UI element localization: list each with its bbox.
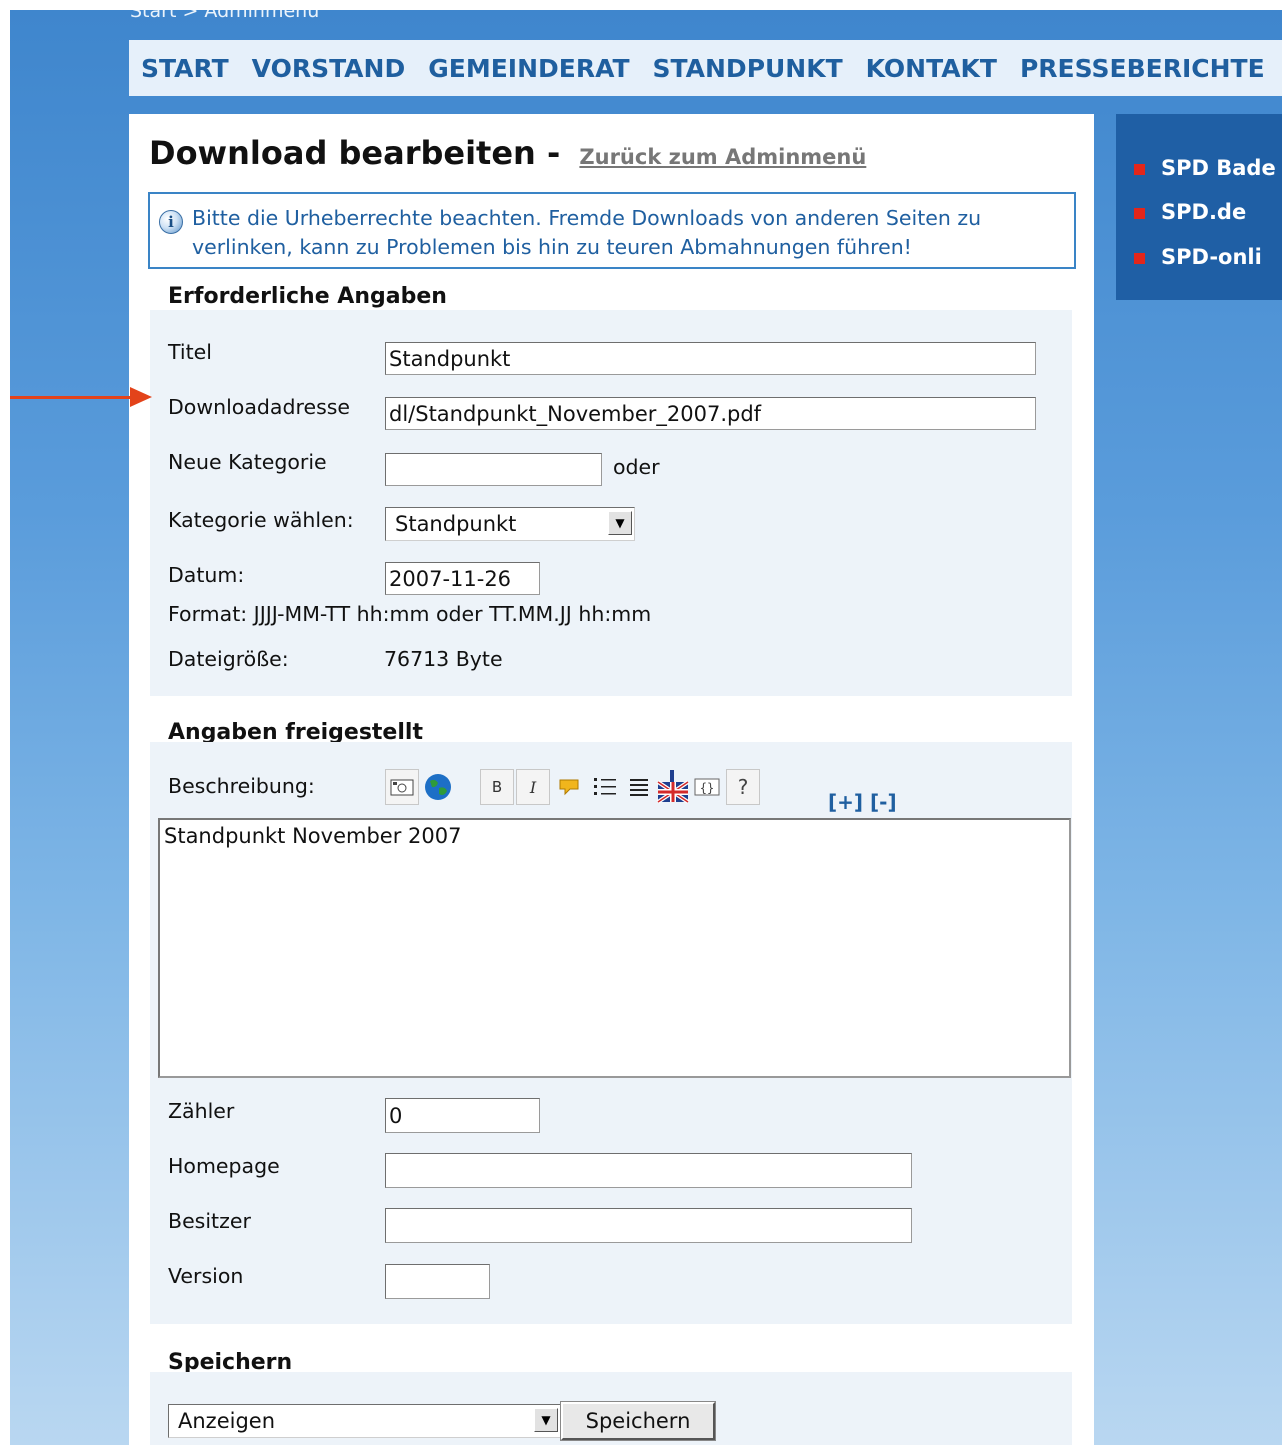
dateigroesse-value: 76713 Byte [384, 647, 503, 671]
nav-item-gemeinderat[interactable]: GEMEINDERAT [428, 54, 629, 83]
nav-item-standpunkt[interactable]: STANDPUNKT [653, 54, 843, 83]
chevron-down-icon[interactable]: ▼ [534, 1408, 558, 1432]
sidebar-link-spd-baden[interactable]: SPD Bade [1134, 156, 1276, 180]
neue-kategorie-input[interactable] [385, 453, 602, 486]
zaehler-label: Zähler [168, 1099, 235, 1123]
annotation-arrow-icon [130, 387, 152, 407]
section-required-title: Erforderliche Angaben [168, 284, 447, 309]
version-input[interactable] [385, 1264, 490, 1299]
globe-icon[interactable] [421, 769, 455, 805]
back-to-admin-link[interactable]: Zurück zum Adminmenü [579, 145, 866, 169]
help-icon[interactable]: ? [726, 769, 760, 805]
visibility-select-value: Anzeigen [178, 1409, 276, 1433]
page-canvas: Start > Adminmenü START VORSTAND GEMEIND… [10, 10, 1282, 1445]
kategorie-select[interactable]: Standpunkt ▼ [385, 507, 635, 541]
svg-text:{}: {} [700, 781, 714, 795]
save-button[interactable]: Speichern [560, 1401, 716, 1441]
datum-format-hint: Format: JJJJ-MM-TT hh:mm oder TT.MM.JJ h… [168, 602, 652, 626]
kategorie-select-value: Standpunkt [395, 512, 517, 536]
downloadadresse-label: Downloadadresse [168, 395, 351, 419]
besitzer-input[interactable] [385, 1208, 912, 1243]
copyright-notice: i Bitte die Urheberrechte beachten. Frem… [148, 192, 1076, 269]
sidebar-link-label: SPD-onli [1161, 245, 1262, 269]
main-nav: START VORSTAND GEMEINDERAT STANDPUNKT KO… [129, 40, 1282, 96]
expand-editor-link[interactable]: [+] [828, 790, 863, 814]
info-icon: i [159, 210, 183, 234]
sidebar-link-spd-de[interactable]: SPD.de [1134, 200, 1246, 224]
homepage-label: Homepage [168, 1154, 280, 1178]
homepage-input[interactable] [385, 1153, 912, 1188]
image-icon[interactable] [385, 769, 419, 805]
italic-icon[interactable]: I [516, 769, 550, 805]
chevron-down-icon[interactable]: ▼ [608, 511, 632, 535]
nav-item-start[interactable]: START [141, 54, 229, 83]
titel-input[interactable] [385, 342, 1036, 375]
sidebar-link-label: SPD Bade [1161, 156, 1276, 180]
sidebar-link-spd-online[interactable]: SPD-onli [1134, 245, 1262, 269]
beschreibung-textarea[interactable]: Standpunkt November 2007 [158, 818, 1071, 1078]
sidebar-link-label: SPD.de [1161, 200, 1247, 224]
main-content: Download bearbeiten - Zurück zum Adminme… [129, 114, 1094, 1445]
besitzer-label: Besitzer [168, 1209, 251, 1233]
datum-input[interactable] [385, 562, 540, 595]
downloadadresse-input[interactable] [385, 397, 1036, 430]
collapse-editor-link[interactable]: [-] [870, 790, 897, 814]
datum-label: Datum: [168, 563, 245, 587]
bold-icon[interactable]: B [480, 769, 514, 805]
dateigroesse-label: Dateigröße: [168, 647, 289, 671]
version-label: Version [168, 1264, 244, 1288]
nav-item-vorstand[interactable]: VORSTAND [252, 54, 406, 83]
editor-resize-controls: [+] [-] [828, 790, 897, 814]
bullet-icon [1134, 207, 1145, 219]
list-icon[interactable] [588, 769, 622, 805]
bullet-icon [1134, 163, 1145, 175]
page-title: Download bearbeiten - Zurück zum Adminme… [149, 134, 866, 172]
page-title-text: Download bearbeiten - [149, 134, 561, 172]
annotation-arrow-line [10, 396, 130, 399]
visibility-select[interactable]: Anzeigen ▼ [168, 1404, 561, 1438]
nav-item-kontakt[interactable]: KONTAKT [866, 54, 997, 83]
align-icon[interactable] [622, 769, 656, 805]
kategorie-label: Kategorie wählen: [168, 508, 354, 532]
neue-kategorie-label: Neue Kategorie [168, 450, 327, 474]
breadcrumb[interactable]: Start > Adminmenü [130, 10, 319, 22]
notice-text: Bitte die Urheberrechte beachten. Fremde… [192, 206, 982, 259]
flag-uk-icon[interactable] [656, 769, 690, 805]
zaehler-input[interactable] [385, 1098, 540, 1133]
titel-label: Titel [168, 340, 212, 364]
oder-text: oder [613, 455, 660, 479]
sidebar-links: SPD Bade SPD.de SPD-onli [1116, 114, 1282, 300]
quote-icon[interactable] [552, 769, 586, 805]
nav-item-presseberichte[interactable]: PRESSEBERICHTE [1020, 54, 1265, 83]
code-icon[interactable]: {} [690, 769, 724, 805]
beschreibung-label: Beschreibung: [168, 774, 315, 798]
bullet-icon [1134, 252, 1145, 264]
